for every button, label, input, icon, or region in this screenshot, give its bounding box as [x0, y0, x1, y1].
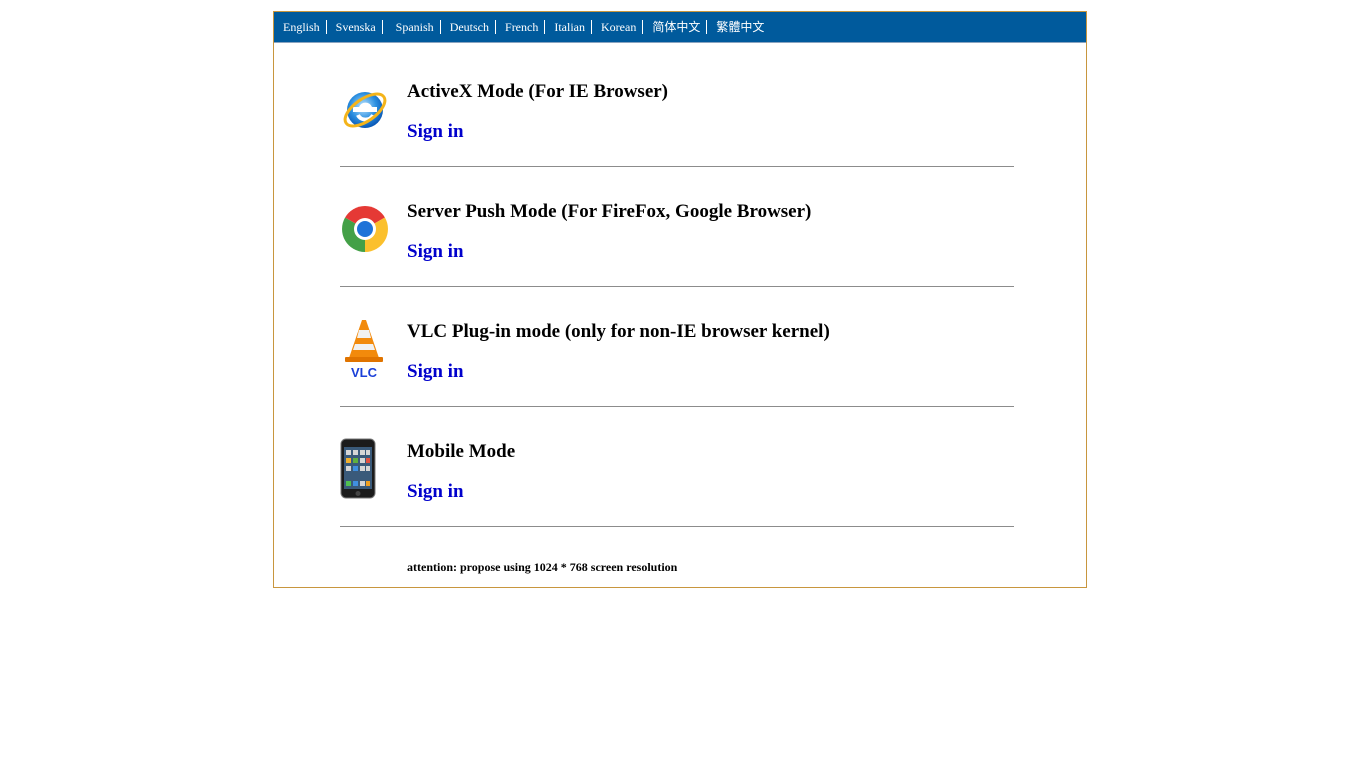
mode-title: ActiveX Mode (For IE Browser): [407, 81, 669, 102]
lang-traditional-chinese[interactable]: 繁體中文: [716, 20, 770, 34]
lang-italian[interactable]: Italian: [554, 20, 592, 34]
lang-korean[interactable]: Korean: [601, 20, 644, 34]
sign-in-link-activex[interactable]: Sign in: [407, 121, 464, 143]
lang-svenska[interactable]: Svenska: [336, 20, 383, 34]
sign-in-link-server-push[interactable]: Sign in: [407, 241, 464, 263]
lang-simplified-chinese[interactable]: 简体中文: [652, 20, 708, 34]
vlc-icon-label: VLC: [351, 365, 378, 380]
mode-vlc: VLC VLC Plug-in mode (only for non-IE br…: [340, 287, 1014, 407]
internet-explorer-icon: [340, 85, 392, 145]
lang-spanish[interactable]: Spanish: [396, 20, 441, 34]
sign-in-link-mobile[interactable]: Sign in: [407, 481, 464, 503]
mode-activex: ActiveX Mode (For IE Browser) Sign in: [340, 47, 1014, 167]
mode-server-push: Server Push Mode (For FireFox, Google Br…: [340, 167, 1014, 287]
mode-title: Server Push Mode (For FireFox, Google Br…: [407, 201, 812, 222]
mobile-phone-icon: [340, 438, 392, 499]
lang-deutsch[interactable]: Deutsch: [450, 20, 497, 34]
mode-title: Mobile Mode: [407, 441, 516, 462]
main-frame: English Svenska Spanish Deutsch French I…: [273, 11, 1087, 588]
divider: [340, 526, 1014, 527]
lang-english[interactable]: English: [283, 20, 327, 34]
chrome-icon: [340, 204, 392, 264]
mode-title: VLC Plug-in mode (only for non-IE browse…: [407, 321, 830, 342]
mode-mobile: Mobile Mode Sign in: [340, 407, 1014, 527]
vlc-icon: VLC: [340, 318, 392, 380]
sign-in-link-vlc[interactable]: Sign in: [407, 361, 464, 383]
lang-french[interactable]: French: [505, 20, 546, 34]
attention-note: attention: propose using 1024 * 768 scre…: [407, 560, 678, 574]
language-bar: English Svenska Spanish Deutsch French I…: [274, 12, 1086, 43]
